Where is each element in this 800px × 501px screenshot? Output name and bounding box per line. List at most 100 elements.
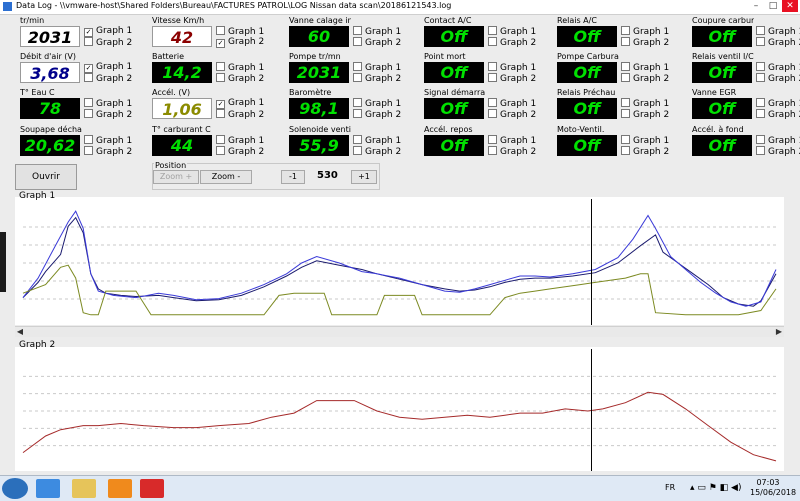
zoom-in-button[interactable]: Zoom + [153, 170, 199, 184]
checkbox-box[interactable] [756, 109, 765, 118]
graph-2-checkbox[interactable]: Graph 2 [621, 146, 669, 157]
checkbox-box[interactable] [756, 37, 765, 46]
checkbox-box[interactable]: ✓ [84, 64, 93, 73]
graph-2-checkbox[interactable]: Graph 2 [84, 146, 132, 157]
graph-2-checkbox[interactable]: Graph 2 [353, 146, 401, 157]
graph-2-checkbox[interactable]: Graph 2 [488, 109, 536, 120]
graph-2-panel[interactable] [15, 347, 784, 471]
graph-1-checkbox[interactable]: Graph 1 [84, 135, 132, 146]
minimize-button[interactable]: – [748, 0, 764, 12]
scroll-right-icon[interactable]: ▶ [774, 327, 784, 337]
browser-icon[interactable] [36, 479, 60, 498]
graph-1-checkbox[interactable]: ✓ Graph 1 [84, 62, 132, 73]
graph-1-checkbox[interactable]: Graph 1 [84, 98, 132, 109]
graph-2-checkbox[interactable]: Graph 2 [488, 146, 536, 157]
graph-2-checkbox[interactable]: Graph 2 [756, 109, 800, 120]
graph-2-checkbox[interactable]: Graph 2 [488, 73, 536, 84]
checkbox-box[interactable] [488, 135, 497, 144]
graph-2-checkbox[interactable]: Graph 2 [353, 73, 401, 84]
checkbox-box[interactable] [216, 109, 225, 118]
checkbox-box[interactable] [488, 37, 497, 46]
graph-2-checkbox[interactable]: Graph 2 [216, 109, 264, 120]
language-indicator[interactable]: FR [665, 483, 675, 492]
checkbox-box[interactable] [621, 26, 630, 35]
tray-icons[interactable]: ▴ ▭ ⚑ ◧ ◀) [690, 483, 741, 493]
checkbox-box[interactable] [621, 109, 630, 118]
graph-1-checkbox[interactable]: Graph 1 [756, 26, 800, 37]
graph-2-checkbox[interactable]: Graph 2 [488, 37, 536, 48]
graph-1-checkbox[interactable]: Graph 1 [488, 62, 536, 73]
graph-2-checkbox[interactable]: Graph 2 [621, 109, 669, 120]
checkbox-box[interactable] [216, 73, 225, 82]
graph-2-checkbox[interactable]: Graph 2 [353, 109, 401, 120]
checkbox-box[interactable] [756, 146, 765, 155]
graph-2-checkbox[interactable]: Graph 2 [84, 109, 132, 120]
graph-1-checkbox[interactable]: ✓ Graph 1 [84, 26, 132, 37]
checkbox-box[interactable] [621, 135, 630, 144]
checkbox-box[interactable] [84, 135, 93, 144]
close-button[interactable]: ✕ [782, 0, 798, 12]
graph-1-checkbox[interactable]: Graph 1 [216, 135, 264, 146]
checkbox-box[interactable] [756, 62, 765, 71]
checkbox-box[interactable] [216, 62, 225, 71]
checkbox-box[interactable] [621, 62, 630, 71]
zoom-out-button[interactable]: Zoom - [200, 170, 252, 184]
checkbox-box[interactable] [353, 37, 362, 46]
checkbox-box[interactable]: ✓ [84, 28, 93, 37]
graph-1-checkbox[interactable]: Graph 1 [353, 62, 401, 73]
graph-1-checkbox[interactable]: Graph 1 [756, 135, 800, 146]
data-scan-app-icon[interactable] [140, 479, 164, 498]
checkbox-box[interactable] [756, 26, 765, 35]
clock[interactable]: 07:03 15/06/2018 [750, 478, 796, 498]
media-player-icon[interactable] [108, 479, 132, 498]
checkbox-box[interactable] [353, 135, 362, 144]
graph-1-checkbox[interactable]: Graph 1 [488, 26, 536, 37]
checkbox-box[interactable] [756, 135, 765, 144]
graph-2-checkbox[interactable]: Graph 2 [353, 37, 401, 48]
checkbox-box[interactable] [216, 135, 225, 144]
graph-2-checkbox[interactable]: Graph 2 [621, 37, 669, 48]
step-forward-button[interactable]: +1 [351, 170, 377, 184]
checkbox-box[interactable] [84, 109, 93, 118]
graph-1-checkbox[interactable]: Graph 1 [756, 98, 800, 109]
graph-2-checkbox[interactable]: Graph 2 [621, 73, 669, 84]
checkbox-box[interactable] [353, 26, 362, 35]
graph-1-panel[interactable] [15, 197, 784, 325]
graph-2-checkbox[interactable]: Graph 2 [84, 73, 132, 84]
horizontal-scrollbar[interactable]: ◀ ▶ [15, 326, 784, 337]
graph-1-checkbox[interactable]: Graph 1 [756, 62, 800, 73]
checkbox-box[interactable] [488, 146, 497, 155]
checkbox-box[interactable] [488, 98, 497, 107]
checkbox-box[interactable] [621, 146, 630, 155]
graph-1-checkbox[interactable]: Graph 1 [216, 26, 264, 37]
start-button[interactable] [2, 478, 28, 499]
checkbox-box[interactable] [216, 26, 225, 35]
graph-1-checkbox[interactable]: Graph 1 [488, 135, 536, 146]
graph-1-checkbox[interactable]: Graph 1 [353, 26, 401, 37]
checkbox-box[interactable] [621, 73, 630, 82]
graph-1-checkbox[interactable]: Graph 1 [621, 135, 669, 146]
graph-2-checkbox[interactable]: Graph 2 [216, 146, 264, 157]
checkbox-box[interactable] [84, 37, 93, 46]
graph-2-checkbox[interactable]: ✓ Graph 2 [216, 37, 264, 48]
graph-1-checkbox[interactable]: Graph 1 [488, 98, 536, 109]
checkbox-box[interactable] [756, 98, 765, 107]
checkbox-box[interactable]: ✓ [216, 100, 225, 109]
graph-1-checkbox[interactable]: Graph 1 [353, 98, 401, 109]
checkbox-box[interactable] [621, 37, 630, 46]
checkbox-box[interactable] [353, 109, 362, 118]
checkbox-box[interactable] [488, 26, 497, 35]
graph-1-checkbox[interactable]: Graph 1 [621, 98, 669, 109]
maximize-button[interactable]: □ [765, 0, 781, 12]
step-back-button[interactable]: -1 [281, 170, 305, 184]
graph-2-checkbox[interactable]: Graph 2 [216, 73, 264, 84]
graph-1-checkbox[interactable]: Graph 1 [621, 62, 669, 73]
folder-icon[interactable] [72, 479, 96, 498]
graph-2-checkbox[interactable]: Graph 2 [756, 37, 800, 48]
scroll-left-icon[interactable]: ◀ [15, 327, 25, 337]
checkbox-box[interactable] [216, 146, 225, 155]
checkbox-box[interactable] [84, 73, 93, 82]
graph-2-plot[interactable] [15, 347, 784, 471]
graph-1-plot[interactable] [15, 197, 784, 325]
graph-2-checkbox[interactable]: Graph 2 [84, 37, 132, 48]
